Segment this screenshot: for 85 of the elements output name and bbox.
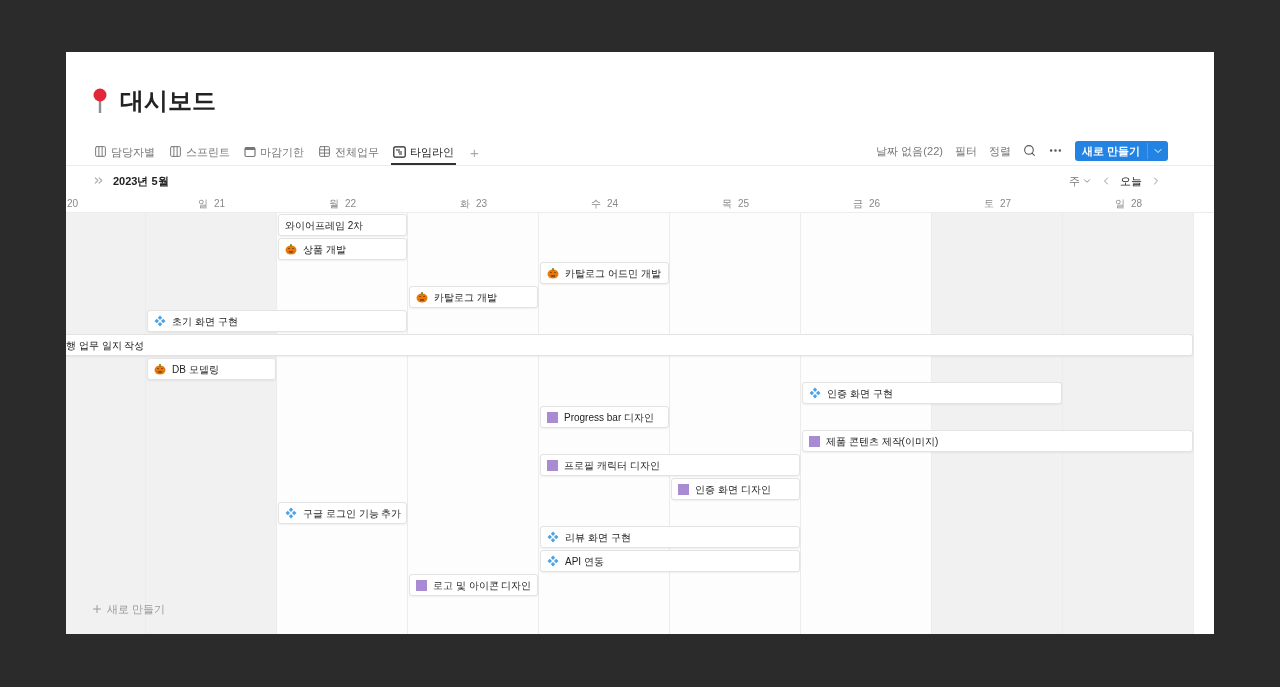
day-label: 20 <box>67 197 79 212</box>
square-icon <box>809 435 820 447</box>
item-title: 제품 콘텐츠 제작(이미지) <box>826 434 939 449</box>
view-tab[interactable]: 스프린트 <box>167 140 232 166</box>
day-label: 27 <box>999 197 1012 212</box>
page-title: 대시보드 <box>120 86 216 117</box>
weekday-label: 금 <box>852 197 863 212</box>
weekday-label: 수 <box>590 197 601 212</box>
timeline-item[interactable]: 프로필 캐릭터 디자인 <box>540 454 800 477</box>
weekday-label: 일 <box>197 197 208 212</box>
timeline-item[interactable]: 초기 화면 구현 <box>147 310 407 333</box>
weekday-label: 월 <box>328 197 339 212</box>
item-title: 구글 로그인 기능 추가 <box>303 506 402 521</box>
view-tab[interactable]: 전체업무 <box>316 140 381 166</box>
weekday-label: 화 <box>459 197 470 212</box>
calendar-icon <box>244 145 256 158</box>
scale-dropdown[interactable]: 주 <box>1069 172 1092 190</box>
pumpkin-icon <box>547 267 559 280</box>
new-button-label[interactable]: 새로 만들기 <box>1074 142 1148 160</box>
timeline-item[interactable]: API 연동 <box>540 550 800 573</box>
diamond-icon <box>154 315 166 328</box>
item-title: 카탈로그 개발 <box>434 290 497 305</box>
pin-icon <box>92 88 108 115</box>
pumpkin-icon <box>416 291 428 304</box>
timeline-item[interactable]: 인증 화면 구현 <box>802 382 1062 405</box>
timeline-item[interactable]: 로고 및 아이콘 디자인 <box>409 574 538 597</box>
square-icon <box>547 459 558 471</box>
no-date-button[interactable]: 날짜 없음(22) <box>876 142 943 160</box>
timeline-item[interactable]: DB 모델링 <box>147 358 276 381</box>
weekday-label: 토 <box>983 197 994 212</box>
plus-icon <box>91 603 103 616</box>
item-title: 프로필 캐릭터 디자인 <box>564 458 660 473</box>
view-tab[interactable]: 마감기한 <box>242 140 306 166</box>
pumpkin-icon <box>285 243 297 256</box>
square-icon <box>416 579 427 591</box>
diamond-icon <box>809 387 821 400</box>
view-tab[interactable]: 타임라인 <box>391 140 456 166</box>
day-label: 23 <box>475 197 488 212</box>
day-label: 25 <box>737 197 750 212</box>
item-title: DB 모델링 <box>172 362 219 377</box>
item-title: Progress bar 디자인 <box>564 410 655 425</box>
item-title: 상품 개발 <box>303 242 346 257</box>
day-label: 24 <box>606 197 619 212</box>
timeline-item[interactable]: 행 업무 일지 작성 <box>66 334 1193 357</box>
timeline-item[interactable]: Progress bar 디자인 <box>540 406 669 429</box>
square-icon <box>547 411 558 423</box>
square-icon <box>678 483 689 495</box>
item-title: 카탈로그 어드민 개발 <box>565 266 661 281</box>
search-icon[interactable] <box>1022 144 1036 158</box>
filter-button[interactable]: 필터 <box>954 142 977 160</box>
pumpkin-icon <box>154 363 166 376</box>
board-icon <box>94 145 107 159</box>
timeline-item[interactable]: 상품 개발 <box>278 238 407 261</box>
item-title: 초기 화면 구현 <box>172 314 238 329</box>
day-label: 26 <box>868 197 881 212</box>
board-icon <box>169 145 182 159</box>
timeline-item[interactable]: 카탈로그 개발 <box>409 286 538 309</box>
day-label: 28 <box>1130 197 1143 212</box>
item-title: 와이어프레임 2차 <box>285 218 364 233</box>
weekday-label: 일 <box>1114 197 1125 212</box>
item-title: 리뷰 화면 구현 <box>565 530 631 545</box>
item-title: 로고 및 아이콘 디자인 <box>433 578 532 593</box>
item-title: 인증 화면 구현 <box>827 386 893 401</box>
timeline-item[interactable]: 와이어프레임 2차 <box>278 214 407 237</box>
timeline-item[interactable]: 제품 콘텐츠 제작(이미지) <box>802 430 1193 453</box>
day-label: 22 <box>344 197 357 212</box>
diamond-icon <box>547 555 559 568</box>
diamond-icon <box>285 507 297 520</box>
today-button[interactable]: 오늘 <box>1120 172 1142 190</box>
timeline-item[interactable]: 인증 화면 디자인 <box>671 478 800 501</box>
item-title: 인증 화면 디자인 <box>695 482 771 497</box>
timeline-item[interactable]: 리뷰 화면 구현 <box>540 526 800 549</box>
view-tab[interactable]: 담당자별 <box>92 140 157 166</box>
table-icon <box>318 145 331 159</box>
timeline-item[interactable]: 카탈로그 어드민 개발 <box>540 262 669 285</box>
timeline-icon <box>393 145 406 158</box>
diamond-icon <box>547 531 559 544</box>
month-label: 2023년 5월 <box>113 173 169 189</box>
timeline-item[interactable]: 구글 로그인 기능 추가 <box>278 502 407 525</box>
weekday-label: 목 <box>721 197 732 212</box>
item-title: API 연동 <box>565 554 604 569</box>
new-button[interactable]: 새로 만들기 <box>1074 140 1168 161</box>
item-title: 행 업무 일지 작성 <box>66 338 145 353</box>
sort-button[interactable]: 정렬 <box>988 142 1011 160</box>
day-label: 21 <box>213 197 226 212</box>
